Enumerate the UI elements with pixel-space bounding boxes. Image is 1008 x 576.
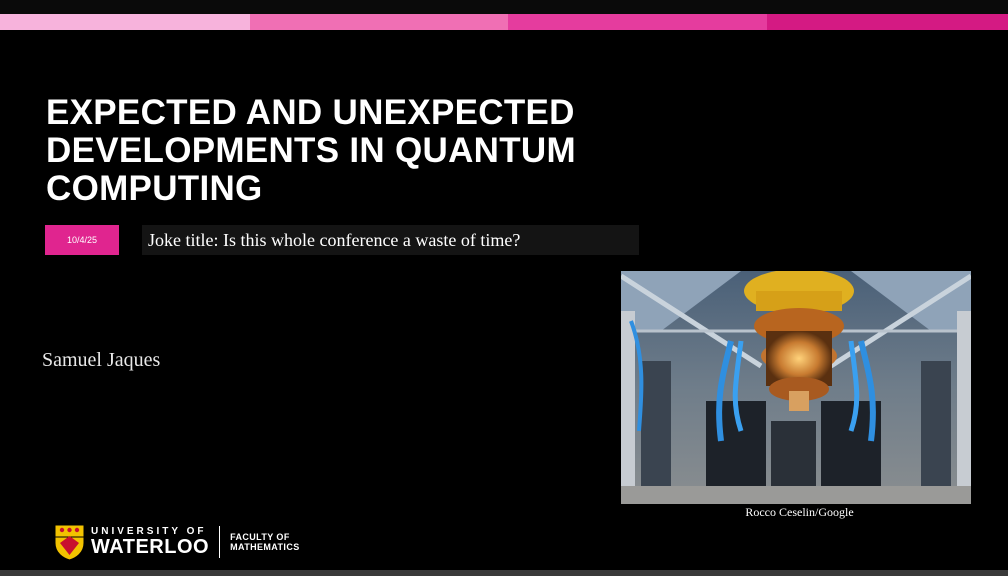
faculty-line-2: MATHEMATICS [230,542,300,552]
accent-stripe-4 [767,14,1008,30]
university-logo: UNIVERSITY OF WATERLOO FACULTY OF MATHEM… [54,522,300,562]
accent-stripe-1 [0,14,250,30]
accent-stripe-3 [508,14,767,30]
university-wordmark: UNIVERSITY OF WATERLOO [91,526,209,558]
photo-caption: Rocco Ceselin/Google [745,505,854,519]
window-top-bar [0,0,1008,14]
slide-subtitle: Joke title: Is this whole conference a w… [142,225,639,255]
faculty-wordmark: FACULTY OF MATHEMATICS [230,532,300,552]
waterloo-label: WATERLOO [91,536,210,558]
crest-icon [54,524,85,561]
accent-stripe-2 [250,14,508,30]
slide-title: EXPECTED AND UNEXPECTED DEVELOPMENTS IN … [46,93,576,208]
author-name: Samuel Jaques [42,349,161,371]
date-badge: 10/4/25 [45,225,119,255]
window-bottom-bar [0,570,1008,576]
faculty-line-1: FACULTY OF [230,532,290,542]
quantum-computer-photo [621,271,971,504]
logo-divider [219,526,221,558]
